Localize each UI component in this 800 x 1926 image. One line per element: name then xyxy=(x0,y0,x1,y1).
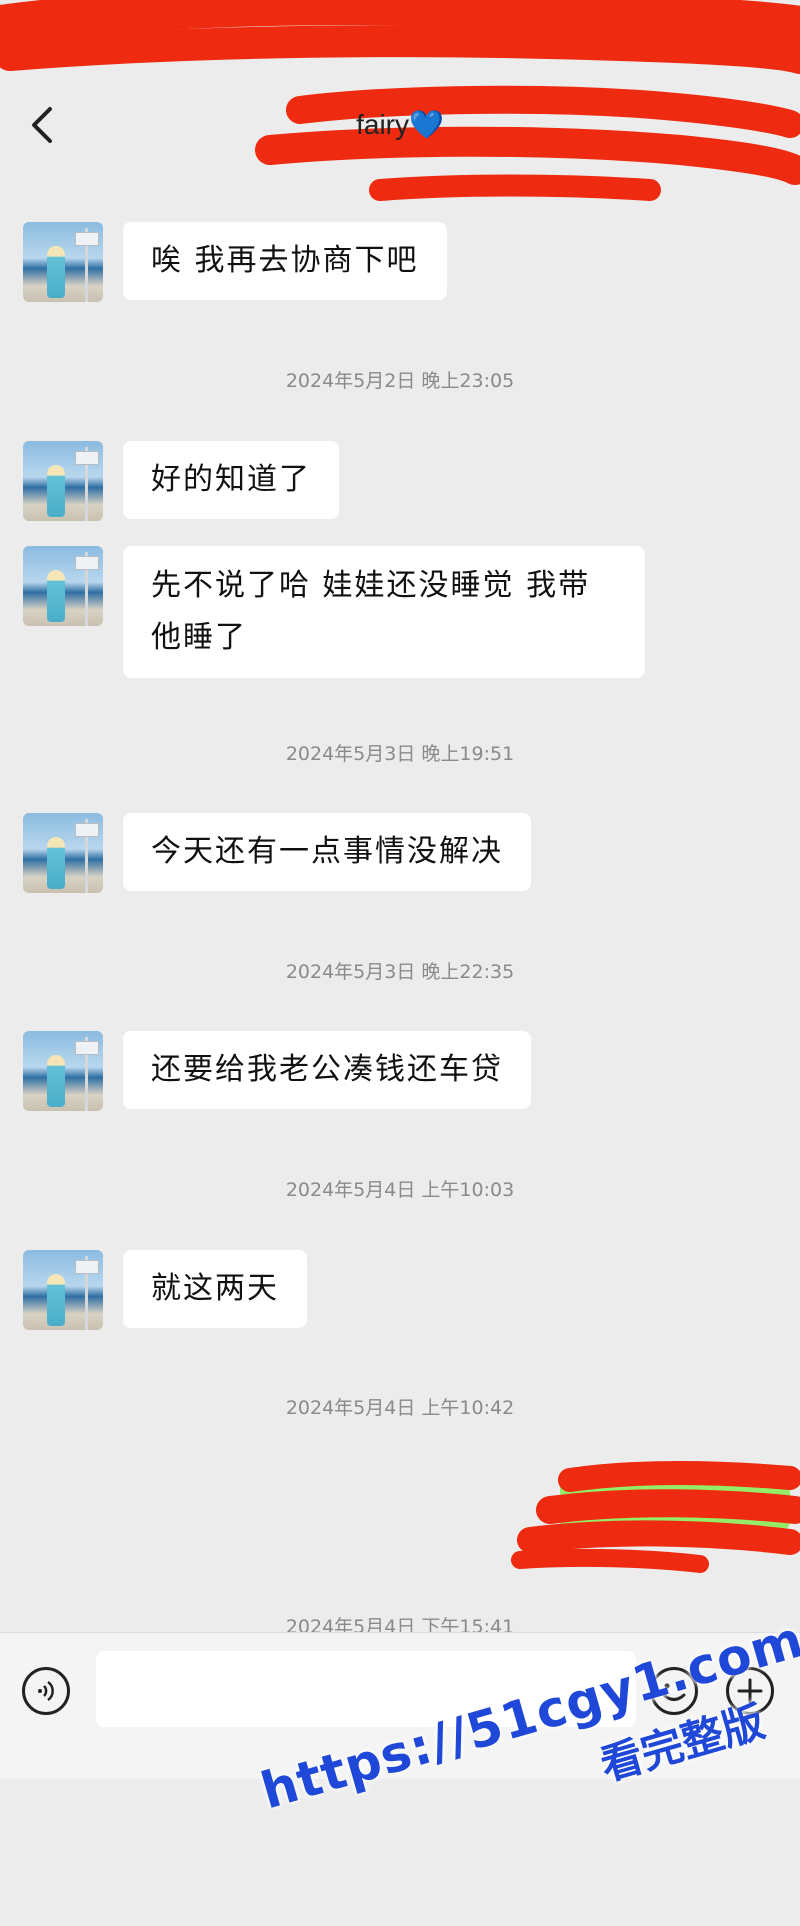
message-row: 唉 我再去协商下吧 xyxy=(23,222,447,302)
message-row: 好的知道了 xyxy=(23,441,339,521)
emoji-button[interactable] xyxy=(650,1667,698,1715)
timestamp: 2024年5月2日 晚上23:05 xyxy=(285,370,515,392)
message-row: 就这两天 xyxy=(23,1250,307,1330)
message-row: 今天还有一点事情没解决 xyxy=(23,813,531,893)
timestamp: 2024年5月4日 上午10:03 xyxy=(285,1179,515,1201)
message-bubble[interactable]: 先不说了哈 娃娃还没睡觉 我带他睡了 xyxy=(123,546,645,678)
voice-button[interactable] xyxy=(22,1667,70,1715)
avatar[interactable] xyxy=(23,813,103,893)
message-row: 先不说了哈 娃娃还没睡觉 我带他睡了 xyxy=(23,546,645,678)
avatar[interactable] xyxy=(23,1031,103,1111)
plus-button[interactable] xyxy=(726,1667,774,1715)
message-bubble[interactable]: 好的知道了 xyxy=(123,441,339,519)
timestamp: 2024年5月3日 晚上22:35 xyxy=(285,961,515,983)
message-bubble[interactable]: 还要给我老公凑钱还车贷 xyxy=(123,1031,531,1109)
timestamp: 2024年5月4日 上午10:42 xyxy=(285,1397,515,1419)
redaction-scribble-message xyxy=(511,1461,800,1573)
message-bubble[interactable]: 就这两天 xyxy=(123,1250,307,1328)
emoji-icon xyxy=(662,1683,686,1701)
chat-title: fairy💙 xyxy=(356,109,444,140)
avatar[interactable] xyxy=(23,441,103,521)
message-bubble[interactable]: 今天还有一点事情没解决 xyxy=(123,813,531,891)
voice-icon xyxy=(38,1680,54,1702)
avatar[interactable] xyxy=(23,222,103,302)
message-input[interactable] xyxy=(96,1651,636,1727)
message-row: 还要给我老公凑钱还车贷 xyxy=(23,1031,531,1111)
message-bubble[interactable]: 唉 我再去协商下吧 xyxy=(123,222,447,300)
avatar[interactable] xyxy=(23,546,103,626)
plus-icon xyxy=(737,1678,763,1704)
avatar[interactable] xyxy=(23,1250,103,1330)
input-bar xyxy=(0,1632,800,1779)
timestamp: 2024年5月3日 晚上19:51 xyxy=(285,743,515,765)
